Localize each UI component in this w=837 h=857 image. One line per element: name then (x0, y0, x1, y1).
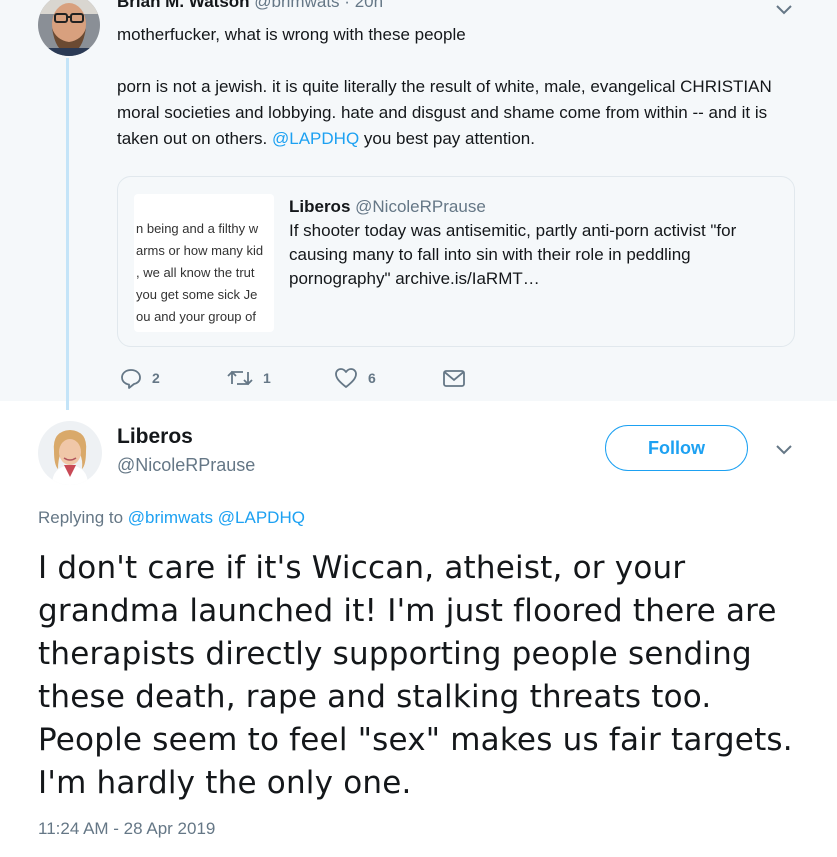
tweet-text-segment: you best pay attention. (359, 129, 535, 148)
direct-message-button[interactable] (442, 367, 466, 389)
tweet-paragraph: porn is not a jewish. it is quite litera… (117, 74, 807, 152)
separator-dot: · (344, 0, 350, 11)
retweet-count: 1 (263, 370, 271, 386)
avatar[interactable] (38, 0, 100, 56)
reply-button[interactable]: 2 (120, 367, 160, 389)
like-icon (334, 367, 358, 389)
reply-icon (120, 367, 142, 389)
mention-link[interactable]: @LAPDHQ (272, 129, 359, 148)
thumbnail-text-line: ou and your group of (136, 309, 256, 324)
thread-connector-line (66, 58, 69, 410)
replying-to: Replying to @brimwats @LAPDHQ (38, 508, 305, 528)
mention-link[interactable]: @brimwats (128, 508, 213, 527)
quoted-author-handle: @NicoleRPrause (355, 197, 486, 216)
quoted-tweet-thumbnail: n being and a filthy w arms or how many … (134, 194, 274, 332)
main-tweet-text: I don't care if it's Wiccan, atheist, or… (38, 550, 793, 801)
mention-link[interactable]: @LAPDHQ (218, 508, 305, 527)
parent-tweet[interactable]: Brian M. Watson @brimwats · 20h motherfu… (0, 0, 837, 410)
tweet-time[interactable]: 20h (355, 0, 383, 11)
quoted-tweet-text: If shooter today was antisemitic, partly… (289, 221, 737, 288)
quoted-author-name: Liberos (289, 197, 351, 216)
thumbnail-text-line: , we all know the trut (136, 265, 255, 280)
chevron-down-icon[interactable] (775, 4, 793, 16)
author-handle[interactable]: @NicoleRPrause (117, 455, 255, 476)
tweet-timestamp[interactable]: 11:24 AM - 28 Apr 2019 (38, 819, 215, 839)
reply-count: 2 (152, 370, 160, 386)
chevron-down-icon[interactable] (775, 444, 793, 456)
thumbnail-text-line: arms or how many kid (136, 243, 264, 258)
like-count: 6 (368, 370, 376, 386)
parent-tweet-text: motherfucker, what is wrong with these p… (117, 22, 807, 152)
author-handle[interactable]: @brimwats (254, 0, 339, 11)
tweet-paragraph: motherfucker, what is wrong with these p… (117, 25, 466, 44)
replying-to-label: Replying to (38, 508, 128, 527)
follow-button[interactable]: Follow (605, 425, 748, 471)
message-icon (442, 367, 466, 389)
parent-tweet-header: Brian M. Watson @brimwats · 20h (117, 0, 383, 12)
thumbnail-text-line: you get some sick Je (136, 287, 258, 302)
like-button[interactable]: 6 (334, 367, 376, 389)
quoted-tweet-card[interactable]: n being and a filthy w arms or how many … (117, 176, 795, 347)
avatar[interactable] (38, 421, 102, 485)
quoted-tweet-body: Liberos @NicoleRPrause If shooter today … (289, 195, 779, 291)
thumbnail-text-line: n being and a filthy w (136, 221, 259, 236)
retweet-icon (227, 367, 253, 389)
author-name[interactable]: Liberos (117, 425, 193, 449)
author-name[interactable]: Brian M. Watson (117, 0, 250, 11)
retweet-button[interactable]: 1 (227, 367, 271, 389)
